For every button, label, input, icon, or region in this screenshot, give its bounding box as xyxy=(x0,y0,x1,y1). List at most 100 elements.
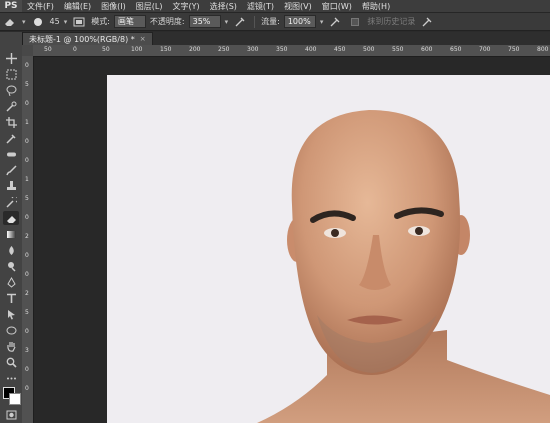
menu-image[interactable]: 图像(I) xyxy=(96,1,131,12)
mode-label: 模式: xyxy=(91,17,110,26)
flow-dropdown-icon[interactable]: ▾ xyxy=(320,18,324,26)
menu-type[interactable]: 文字(Y) xyxy=(167,1,204,12)
options-bar: ▾ 45 ▾ 模式: 画笔 不透明度: 35% ▾ 流量: 100% ▾ 抹到历… xyxy=(0,13,550,31)
ruler-tick-label: 100 xyxy=(131,46,143,53)
blur-icon[interactable] xyxy=(3,243,19,257)
quick-select-icon[interactable] xyxy=(3,99,19,113)
portrait-photo xyxy=(257,110,550,423)
ruler-tick-label: 1 xyxy=(25,176,29,183)
tool-preset-dropdown-icon[interactable]: ▾ xyxy=(22,18,26,26)
separator xyxy=(254,15,256,28)
menu-edit[interactable]: 编辑(E) xyxy=(59,1,96,12)
ruler-tick-label: 400 xyxy=(305,46,317,53)
menu-window[interactable]: 窗口(W) xyxy=(317,1,357,12)
pressure-size-icon[interactable] xyxy=(419,15,435,29)
close-icon[interactable]: × xyxy=(140,35,146,43)
menu-view[interactable]: 视图(V) xyxy=(279,1,317,12)
ruler-tick-label: 550 xyxy=(392,46,404,53)
ruler-tick-label: 1 xyxy=(25,119,29,126)
ruler-tick-label: 2 xyxy=(25,233,29,240)
ruler-origin[interactable] xyxy=(22,45,33,56)
ruler-tick-label: 0 xyxy=(73,46,77,53)
ruler-tick-label: 200 xyxy=(189,46,201,53)
healing-icon[interactable] xyxy=(3,147,19,161)
tools-panel xyxy=(0,32,23,423)
document-tab[interactable]: 未标题-1 @ 100%(RGB/8) * × xyxy=(22,32,153,45)
ruler-tick-label: 150 xyxy=(160,46,172,53)
brush-icon[interactable] xyxy=(3,163,19,177)
workspace xyxy=(34,57,550,423)
document-tab-title: 未标题-1 @ 100%(RGB/8) * xyxy=(29,34,135,44)
flow-input[interactable]: 100% xyxy=(283,15,316,28)
eyedropper-icon[interactable] xyxy=(3,131,19,145)
crop-icon[interactable] xyxy=(3,115,19,129)
ruler-tick-label: 600 xyxy=(421,46,433,53)
menu-help[interactable]: 帮助(H) xyxy=(357,1,395,12)
more-tools-icon[interactable] xyxy=(3,371,19,385)
dodge-icon[interactable] xyxy=(3,259,19,273)
brush-preview-icon[interactable] xyxy=(30,15,46,29)
marquee-icon[interactable] xyxy=(3,67,19,81)
menu-select[interactable]: 选择(S) xyxy=(205,1,242,12)
eraser-tool-icon[interactable] xyxy=(2,15,18,29)
menu-layer[interactable]: 图层(L) xyxy=(131,1,168,12)
ruler-tick-label: 750 xyxy=(508,46,520,53)
pressure-opacity-icon[interactable] xyxy=(232,15,248,29)
move-icon[interactable] xyxy=(3,51,19,65)
quick-mask-icon[interactable] xyxy=(3,408,19,422)
hand-icon[interactable] xyxy=(3,339,19,353)
gradient-icon[interactable] xyxy=(3,227,19,241)
ruler-tick-label: 450 xyxy=(334,46,346,53)
top-ruler: 50 0 50 100 150 200 250 300 350 400 450 500 550 600 65… xyxy=(22,45,550,57)
shape-icon[interactable] xyxy=(3,323,19,337)
ruler-tick-label: 0 xyxy=(25,385,29,392)
eraser-icon[interactable] xyxy=(3,211,19,225)
pen-icon[interactable] xyxy=(3,275,19,289)
ruler-tick-label: 0 xyxy=(25,100,29,107)
document-tab-bar: 未标题-1 @ 100%(RGB/8) * × xyxy=(22,32,550,45)
left-ruler: 0 5 0 1 0 0 1 5 0 2 0 0 2 5 0 3 0 0 xyxy=(22,56,34,423)
ruler-tick-label: 650 xyxy=(450,46,462,53)
ruler-tick-label: 0 xyxy=(25,271,29,278)
stamp-icon[interactable] xyxy=(3,179,19,193)
ruler-tick-label: 5 xyxy=(25,309,29,316)
ruler-tick-label: 0 xyxy=(25,62,29,69)
ruler-tick-label: 5 xyxy=(25,81,29,88)
menu-file[interactable]: 文件(F) xyxy=(22,1,59,12)
brush-size-label: 45 xyxy=(49,17,60,26)
ruler-tick-label: 5 xyxy=(25,195,29,202)
ruler-tick-label: 0 xyxy=(25,366,29,373)
ruler-tick-label: 0 xyxy=(25,328,29,335)
ruler-tick-label: 800 xyxy=(537,46,549,53)
ruler-tick-label: 0 xyxy=(25,138,29,145)
opacity-dropdown-icon[interactable]: ▾ xyxy=(225,18,229,26)
app-logo: PS xyxy=(0,0,22,12)
ruler-tick-label: 300 xyxy=(247,46,259,53)
type-icon[interactable] xyxy=(3,291,19,305)
mode-select[interactable]: 画笔 xyxy=(113,15,146,28)
history-checkbox[interactable] xyxy=(347,15,363,29)
ruler-tick-label: 50 xyxy=(102,46,110,53)
flow-label: 流量: xyxy=(261,17,280,26)
path-select-icon[interactable] xyxy=(3,307,19,321)
menu-filter[interactable]: 滤镜(T) xyxy=(242,1,279,12)
document-canvas[interactable] xyxy=(107,75,550,423)
ruler-tick-label: 3 xyxy=(25,347,29,354)
opacity-input[interactable]: 35% xyxy=(188,15,221,28)
airbrush-icon[interactable] xyxy=(327,15,343,29)
history-label: 抹到历史记录 xyxy=(367,17,416,26)
ruler-tick-label: 0 xyxy=(25,157,29,164)
brush-picker-dropdown-icon[interactable]: ▾ xyxy=(64,18,68,26)
zoom-icon[interactable] xyxy=(3,355,19,369)
ruler-tick-label: 0 xyxy=(25,252,29,259)
background-color-swatch[interactable] xyxy=(9,393,21,405)
ruler-tick-label: 2 xyxy=(25,290,29,297)
lasso-icon[interactable] xyxy=(3,83,19,97)
history-brush-icon[interactable] xyxy=(3,195,19,209)
ruler-tick-label: 50 xyxy=(44,46,52,53)
brush-panel-icon[interactable] xyxy=(71,15,87,29)
ruler-tick-label: 500 xyxy=(363,46,375,53)
ruler-tick-label: 350 xyxy=(276,46,288,53)
ruler-tick-label: 250 xyxy=(218,46,230,53)
ruler-tick-label: 700 xyxy=(479,46,491,53)
